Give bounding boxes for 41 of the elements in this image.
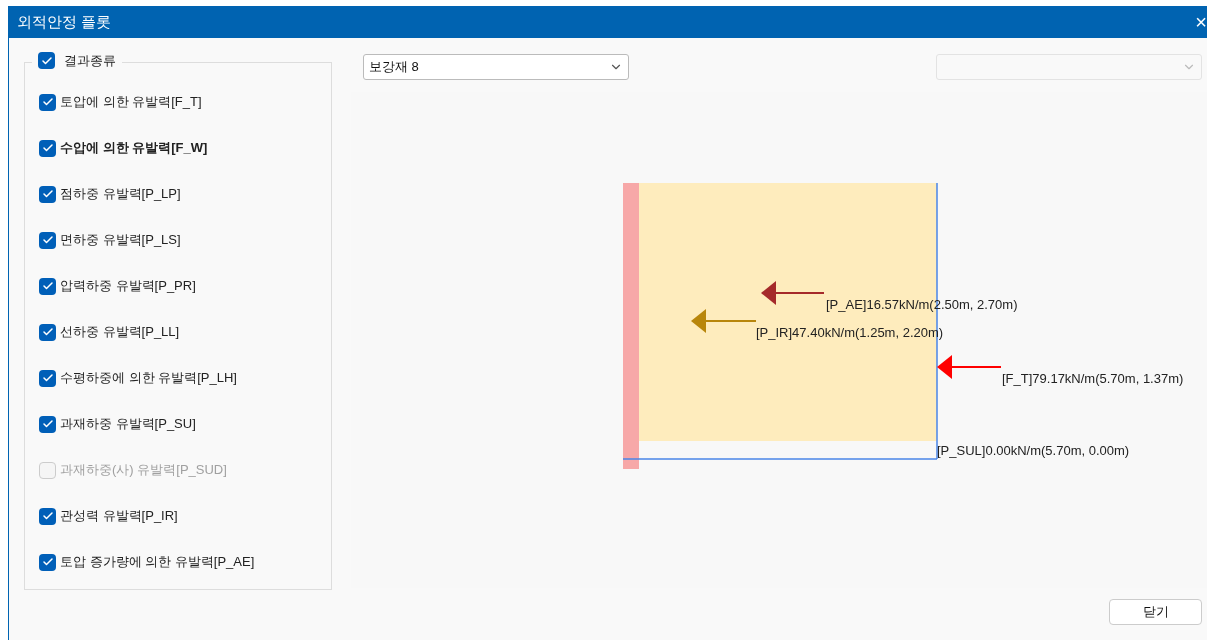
checkbox-label: 관성력 유발력[P_IR] [60,507,178,526]
check-icon [41,142,54,154]
check-icon [40,54,53,67]
close-button[interactable]: × [1195,12,1207,32]
force-label: [P_SUL]0.00kN/m(5.70m, 0.00m) [937,443,1130,458]
window-title: 외적안정 플롯 [17,11,112,32]
checkbox[interactable] [39,369,56,387]
checkbox[interactable] [39,93,56,111]
checkbox-label: 수평하중에 의한 유발력[P_LH] [60,369,237,388]
checkbox[interactable] [39,277,56,295]
checkbox[interactable] [39,507,56,525]
checkbox-label: 토압에 의한 유발력[F_T] [60,93,202,112]
checkbox-label: 수압에 의한 유발력[F_W] [60,139,208,158]
checkbox-label: 점하중 유발력[P_LP] [60,185,181,204]
check-icon [41,556,54,568]
checkbox-label: 선하중 유발력[P_LL] [60,323,180,342]
checkbox-label: 압력하중 유발력[P_PR] [60,277,196,296]
check-icon [41,96,54,108]
checkbox-label: 과재하중 유발력[P_SU] [60,415,196,434]
check-icon [41,418,54,430]
dropdown[interactable]: 보강재 8 [363,54,629,80]
checkbox[interactable] [39,323,56,341]
checkbox[interactable] [39,231,56,249]
checkbox[interactable] [39,553,56,571]
checkbox[interactable] [39,185,56,203]
close-dialog-button[interactable]: 닫기 [1109,599,1202,625]
check-icon [41,372,54,384]
checkbox[interactable] [39,139,56,157]
force-label: [F_T]79.17kN/m(5.70m, 1.37m) [1002,371,1184,386]
checkbox-label: 과재하중(사) 유발력[P_SUD] [60,461,227,480]
dropdown-value: 보강재 8 [369,58,419,77]
check-icon [41,326,54,338]
checkbox-label: 토압 증가량에 의한 유발력[P_AE] [60,553,255,572]
group-label: 결과종류 [64,52,116,70]
checkbox[interactable] [39,415,56,433]
checkbox[interactable] [38,52,55,70]
check-icon [41,234,54,246]
check-icon [41,510,54,522]
check-icon [41,188,54,200]
check-icon [41,280,54,292]
checkbox-label: 면하중 유발력[P_LS] [60,231,181,250]
